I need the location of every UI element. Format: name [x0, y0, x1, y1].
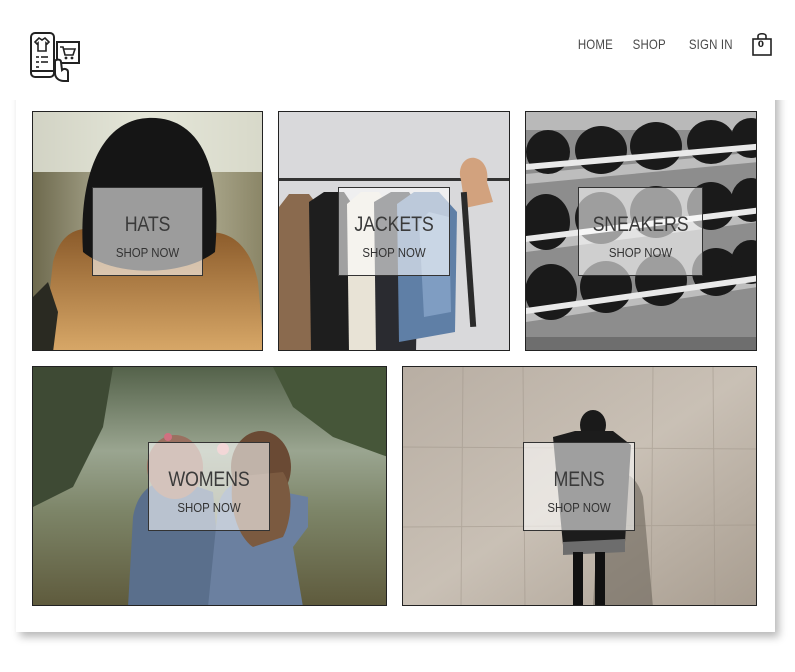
nav-shop-link[interactable]: SHOP — [633, 36, 666, 52]
shop-logo-icon[interactable] — [28, 30, 82, 84]
shop-now-link[interactable]: SHOP NOW — [100, 245, 196, 260]
category-label-mens: MENS SHOP NOW — [523, 442, 635, 531]
category-label-womens: WOMENS SHOP NOW — [148, 442, 270, 531]
shop-now-link[interactable]: SHOP NOW — [156, 500, 262, 515]
shop-now-link[interactable]: SHOP NOW — [586, 245, 694, 260]
shop-now-link[interactable]: SHOP NOW — [531, 500, 628, 515]
category-title: SNEAKERS — [592, 213, 689, 236]
category-title: HATS — [124, 213, 171, 236]
category-tile-sneakers[interactable]: SNEAKERS SHOP NOW — [525, 111, 757, 351]
category-tile-hats[interactable]: HATS SHOP NOW — [32, 111, 263, 351]
category-label-hats: HATS SHOP NOW — [92, 187, 203, 276]
category-tile-womens[interactable]: WOMENS SHOP NOW — [32, 366, 387, 606]
shop-now-link[interactable]: SHOP NOW — [346, 245, 443, 260]
header: HOME SHOP SIGN IN 0 — [0, 0, 795, 100]
nav-sign-in-link[interactable]: SIGN IN — [689, 36, 733, 52]
category-title: JACKETS — [354, 213, 434, 236]
category-title: WOMENS — [168, 468, 250, 491]
main-nav: HOME SHOP SIGN IN 0 — [574, 31, 773, 57]
category-label-jackets: JACKETS SHOP NOW — [338, 187, 450, 276]
category-title: MENS — [553, 468, 605, 491]
cart-button[interactable]: 0 — [751, 31, 773, 57]
nav-home-link[interactable]: HOME — [578, 36, 613, 52]
cart-count: 0 — [757, 40, 765, 50]
category-tile-mens[interactable]: MENS SHOP NOW — [402, 366, 757, 606]
category-tile-jackets[interactable]: JACKETS SHOP NOW — [278, 111, 510, 351]
category-label-sneakers: SNEAKERS SHOP NOW — [578, 187, 703, 276]
